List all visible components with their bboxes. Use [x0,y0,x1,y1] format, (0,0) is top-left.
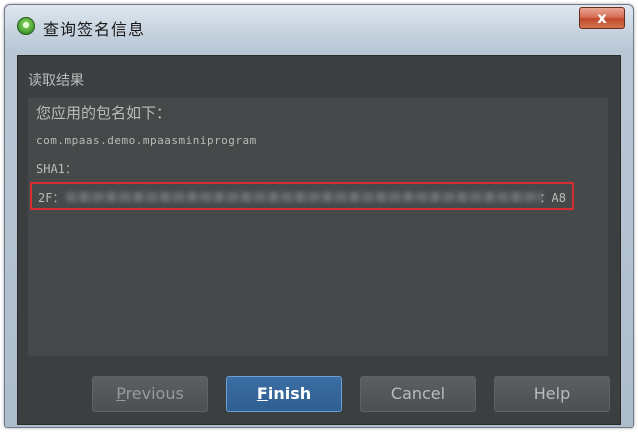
package-name: com.mpaas.demo.mpaasminiprogram [36,134,257,147]
close-button[interactable]: x [579,7,625,29]
button-bar: Previous Finish Cancel Help [18,376,620,416]
help-button[interactable]: Help [494,376,610,412]
dialog-window: 查询签名信息 x 读取结果 您应用的包名如下： com.mpaas.demo.m… [4,4,634,428]
finish-button[interactable]: Finish [226,376,342,412]
cancel-button[interactable]: Cancel [360,376,476,412]
sha1-value-highlight: 2F： ：A8 [30,182,574,210]
previous-mnemonic: P [116,384,126,403]
window-title: 查询签名信息 [43,20,146,39]
finish-mnemonic: F [256,384,268,403]
dialog-content: 读取结果 您应用的包名如下： com.mpaas.demo.mpaasminip… [17,55,621,425]
sha1-suffix: ：A8 [539,191,566,205]
sha1-redacted-mask [66,192,542,202]
section-title: 读取结果 [28,73,84,89]
sha1-label: SHA1： [36,162,77,176]
finish-label: inish [267,384,312,403]
previous-button[interactable]: Previous [92,376,208,412]
package-label: 您应用的包名如下： [36,104,172,122]
android-studio-icon [17,17,35,35]
previous-label: revious [125,384,184,403]
sha1-prefix: 2F： [38,191,65,205]
title-bar[interactable]: 查询签名信息 x [5,5,633,49]
result-panel: 您应用的包名如下： com.mpaas.demo.mpaasminiprogra… [28,98,608,356]
